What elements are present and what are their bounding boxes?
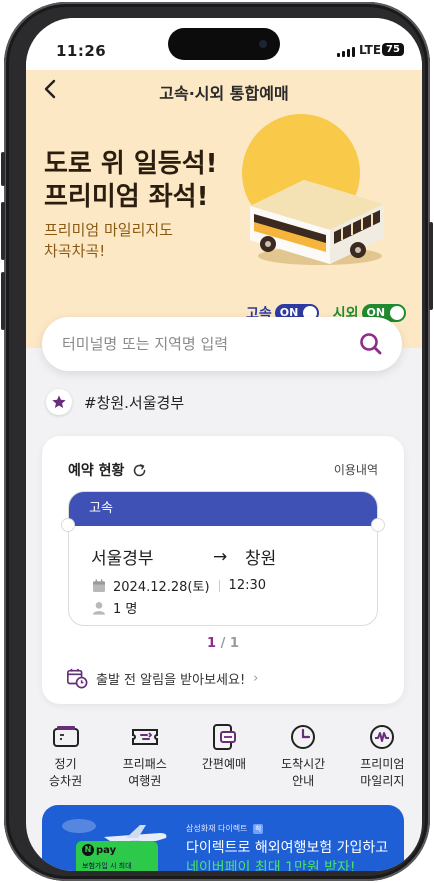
ticket-date: 2024.12.28(토): [113, 580, 210, 595]
departure-terminal: 서울경부: [91, 549, 154, 569]
quick-menu-label: 프리패스 여행권: [122, 757, 167, 788]
quick-menu-label: 정기 승차권: [49, 757, 83, 788]
freepass-icon: [131, 729, 158, 745]
ticket-pager: 1 / 1: [42, 636, 404, 651]
app-screen: 11:26 LTE 75 고속·시외 통합예매 도로 위 일등석! 프리미엄 좌…: [26, 18, 422, 871]
ad-banner[interactable]: Npay 보험가입 시 최대 삼성화재 다이렉트 착 다이렉트로 해외여행보험 …: [42, 805, 404, 871]
banner-brand-name: 삼성화재 다이렉트: [186, 824, 248, 833]
battery-icon: 75: [382, 43, 404, 56]
phone-frame: 11:26 LTE 75 고속·시외 통합예매 도로 위 일등석! 프리미엄 좌…: [1, 2, 433, 881]
reservation-card: 예약 현황 이용내역 고속 서울경부 → 창원 2024.12.28(토) 12…: [42, 436, 404, 704]
hero-banner: 고속·시외 통합예매 도로 위 일등석! 프리미엄 좌석! 프리미엄 마일리지도…: [26, 70, 422, 348]
divider: [218, 579, 220, 592]
search-input[interactable]: [62, 317, 332, 371]
power-button: [429, 222, 433, 310]
page-title: 고속·시외 통합예매: [159, 84, 289, 103]
hero-headline-line: 도로 위 일등석!: [44, 149, 218, 179]
ticket-type: 고속: [69, 492, 377, 526]
npay-logo: Npay: [82, 844, 116, 856]
quick-reserve-icon: [212, 724, 236, 750]
calendar-icon: [93, 578, 105, 592]
reservation-title-label: 예약 현황: [68, 463, 125, 479]
hero-subline-line: 차곡차곡!: [44, 242, 106, 260]
quick-menu-arrival-time[interactable]: 도착시간 안내: [264, 722, 343, 802]
quick-menu-label: 프리미엄 마일리지: [360, 757, 405, 788]
ticket-datetime: 2024.12.28(토) 12:30: [91, 576, 266, 595]
alarm-text: 출발 전 알림을 받아보세요!: [96, 672, 246, 688]
camera-icon: [259, 40, 267, 48]
ticket-card[interactable]: 고속 서울경부 → 창원 2024.12.28(토) 12:30 1 명: [68, 491, 378, 626]
hero-headline: 도로 위 일등석! 프리미엄 좌석!: [44, 148, 217, 214]
status-bar: 11:26 LTE 75: [26, 18, 422, 70]
passenger-count: 1 명: [113, 602, 138, 617]
banner-headline: 다이렉트로 해외여행보험 가입하고: [186, 840, 389, 856]
quick-menu-mileage[interactable]: 프리미엄 마일리지: [343, 722, 422, 802]
history-link[interactable]: 이용내역: [334, 461, 378, 478]
route-arrow: →: [213, 546, 228, 567]
favorite-route[interactable]: #창원.서울경부: [46, 389, 184, 415]
reservation-title: 예약 현황: [68, 460, 147, 480]
ticket-notch-right: [371, 518, 385, 532]
arrival-terminal: 창원: [245, 549, 277, 569]
ticket-route: 서울경부 → 창원: [91, 544, 277, 570]
quick-menu: 정기 승차권 프리패스 여행권 간편예매 도착시간 안내 프리미엄 마일리지: [26, 722, 422, 802]
chevron-right-icon: ›: [253, 670, 259, 686]
ticket-notch-left: [61, 518, 75, 532]
pager-current: 1: [207, 636, 217, 651]
npay-subtext: 보험가입 시 최대: [82, 862, 132, 870]
bus-illustration: [250, 180, 384, 265]
mileage-icon: [370, 725, 395, 749]
cloud-graphic: [62, 819, 96, 833]
person-icon: [93, 601, 105, 615]
ticket-passengers: 1 명: [91, 598, 137, 617]
quick-menu-quick-reserve[interactable]: 간편예매: [184, 722, 263, 802]
star-icon[interactable]: [46, 389, 72, 415]
banner-brand-badge: 착: [252, 824, 264, 834]
hero-subline-line: 프리미엄 마일리지도: [44, 221, 173, 239]
quick-menu-commuter-pass[interactable]: 정기 승차권: [26, 722, 105, 802]
side-button: [1, 152, 5, 186]
quick-menu-freepass[interactable]: 프리패스 여행권: [105, 722, 184, 802]
pager-total: 1: [229, 636, 239, 651]
search-bar[interactable]: [42, 317, 402, 371]
ticket-time: 12:30: [228, 578, 267, 593]
refresh-icon[interactable]: [132, 463, 147, 478]
banner-brand: 삼성화재 다이렉트 착: [186, 823, 264, 834]
npay-card: Npay 보험가입 시 최대: [76, 841, 158, 871]
clock-icon: [291, 725, 316, 749]
hero-headline-line: 프리미엄 좌석!: [44, 182, 209, 212]
top-nav: 고속·시외 통합예매: [26, 70, 422, 110]
hero-subline: 프리미엄 마일리지도 차곡차곡!: [44, 220, 244, 262]
quick-menu-label: 도착시간 안내: [281, 757, 326, 788]
alarm-calendar-icon: [67, 668, 88, 689]
signal-icon: [337, 46, 355, 57]
npay-logo-text: pay: [96, 844, 117, 856]
departure-alarm[interactable]: 출발 전 알림을 받아보세요! ›: [66, 667, 258, 689]
quick-menu-label: 간편예매: [201, 757, 247, 771]
banner-promo: 네이버페이 최대 1만원 받자!: [186, 860, 356, 871]
search-icon[interactable]: [358, 331, 384, 357]
volume-up-button: [1, 202, 5, 260]
status-time: 11:26: [56, 42, 107, 60]
volume-down-button: [1, 272, 5, 330]
favorite-route-label[interactable]: #창원.서울경부: [84, 392, 184, 413]
network-label: LTE: [359, 43, 382, 57]
pager-separator: /: [216, 636, 230, 651]
ticket-card-icon: [52, 726, 79, 747]
